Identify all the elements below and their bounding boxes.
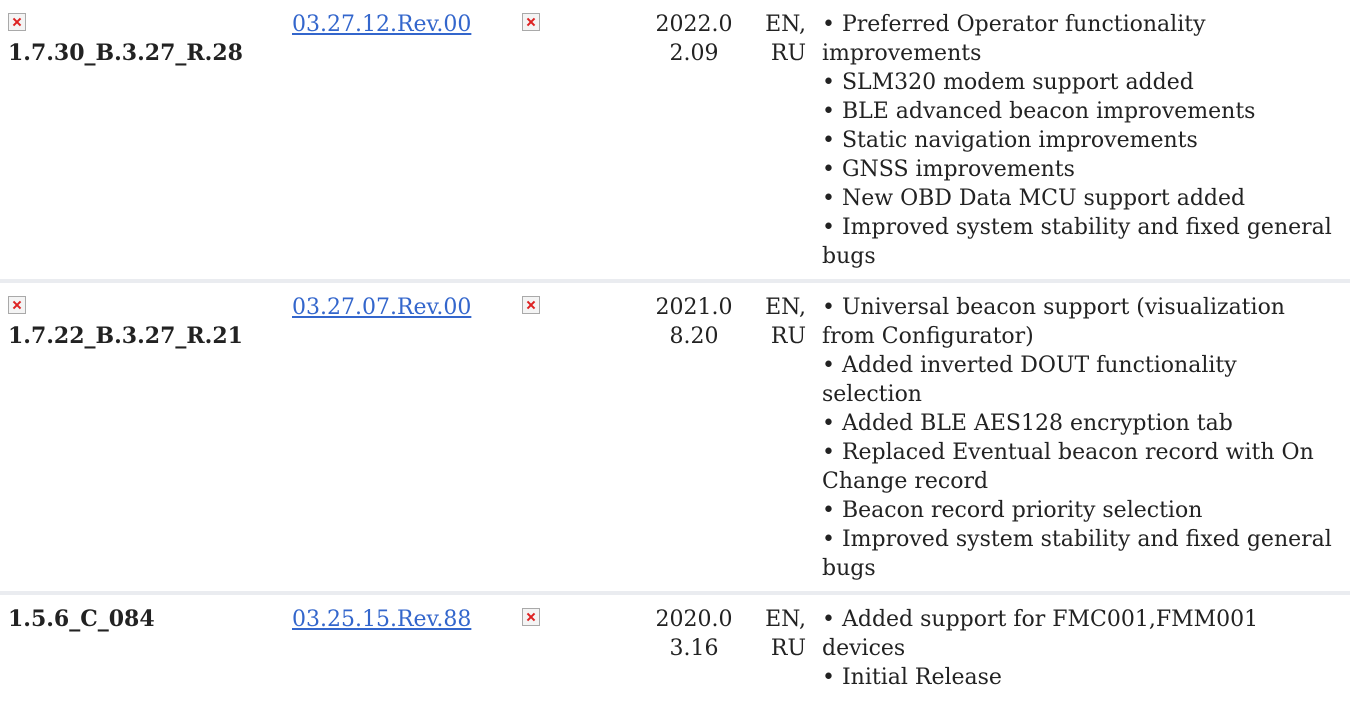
release-note: • Improved system stability and fixed ge… [822, 527, 1332, 581]
version-cell: 1.5.6_C_084 [0, 595, 284, 700]
broken-image-icon[interactable] [522, 13, 540, 31]
release-note: • New OBD Data MCU support added [822, 186, 1246, 211]
languages: EN, RU [765, 12, 806, 66]
broken-image-icon[interactable] [522, 608, 540, 626]
broken-image-icon [8, 296, 26, 314]
languages-cell: EN, RU [748, 283, 814, 595]
release-note: • Initial Release [822, 665, 1002, 690]
release-note: • Preferred Operator functionality impro… [822, 12, 1206, 66]
download-cell [514, 0, 640, 283]
release-date: 2020.03.16 [655, 607, 733, 661]
configurator-cell: 03.27.07.Rev.00 [284, 283, 514, 595]
table-row: 1.5.6_C_084 03.25.15.Rev.88 2020.03.16 E… [0, 595, 1350, 700]
table-row: 1.7.30_B.3.27_R.28 03.27.12.Rev.00 2022.… [0, 0, 1350, 283]
release-notes-cell: • Preferred Operator functionality impro… [814, 0, 1350, 283]
broken-image-icon[interactable] [522, 296, 540, 314]
release-notes-cell: • Universal beacon support (visualizatio… [814, 283, 1350, 595]
configurator-cell: 03.25.15.Rev.88 [284, 595, 514, 700]
download-cell [514, 595, 640, 700]
release-note: • Universal beacon support (visualizatio… [822, 295, 1285, 349]
release-note: • Added inverted DOUT functionality sele… [822, 353, 1237, 407]
configurator-version-link[interactable]: 03.27.07.Rev.00 [292, 295, 471, 320]
configurator-version-link[interactable]: 03.27.12.Rev.00 [292, 12, 471, 37]
release-date-cell: 2021.08.20 [640, 283, 748, 595]
release-note: • Beacon record priority selection [822, 498, 1203, 523]
version-cell: 1.7.30_B.3.27_R.28 [0, 0, 284, 283]
configurator-cell: 03.27.12.Rev.00 [284, 0, 514, 283]
firmware-version: 1.5.6_C_084 [8, 606, 155, 632]
release-date: 2022.02.09 [655, 12, 733, 66]
broken-image-icon [8, 13, 26, 31]
release-date: 2021.08.20 [655, 295, 733, 349]
release-note: • BLE advanced beacon improvements [822, 99, 1256, 124]
release-date-cell: 2022.02.09 [640, 0, 748, 283]
configurator-version-link[interactable]: 03.25.15.Rev.88 [292, 607, 471, 632]
version-cell: 1.7.22_B.3.27_R.21 [0, 283, 284, 595]
release-note: • Added BLE AES128 encryption tab [822, 411, 1233, 436]
release-note: • SLM320 modem support added [822, 70, 1194, 95]
release-note: • Added support for FMC001,FMM001 device… [822, 607, 1259, 661]
release-note: • Static navigation improvements [822, 128, 1198, 153]
release-note: • Improved system stability and fixed ge… [822, 215, 1332, 269]
table-row: 1.7.22_B.3.27_R.21 03.27.07.Rev.00 2021.… [0, 283, 1350, 595]
languages: EN, RU [765, 607, 806, 661]
release-notes-cell: • Added support for FMC001,FMM001 device… [814, 595, 1350, 700]
download-cell [514, 283, 640, 595]
languages-cell: EN, RU [748, 595, 814, 700]
release-date-cell: 2020.03.16 [640, 595, 748, 700]
release-note: • Replaced Eventual beacon record with O… [822, 440, 1314, 494]
release-note: • GNSS improvements [822, 157, 1075, 182]
languages-cell: EN, RU [748, 0, 814, 283]
languages: EN, RU [765, 295, 806, 349]
firmware-version: 1.7.22_B.3.27_R.21 [8, 323, 243, 349]
firmware-version: 1.7.30_B.3.27_R.28 [8, 40, 243, 66]
firmware-changelog-table: 1.7.30_B.3.27_R.28 03.27.12.Rev.00 2022.… [0, 0, 1350, 700]
